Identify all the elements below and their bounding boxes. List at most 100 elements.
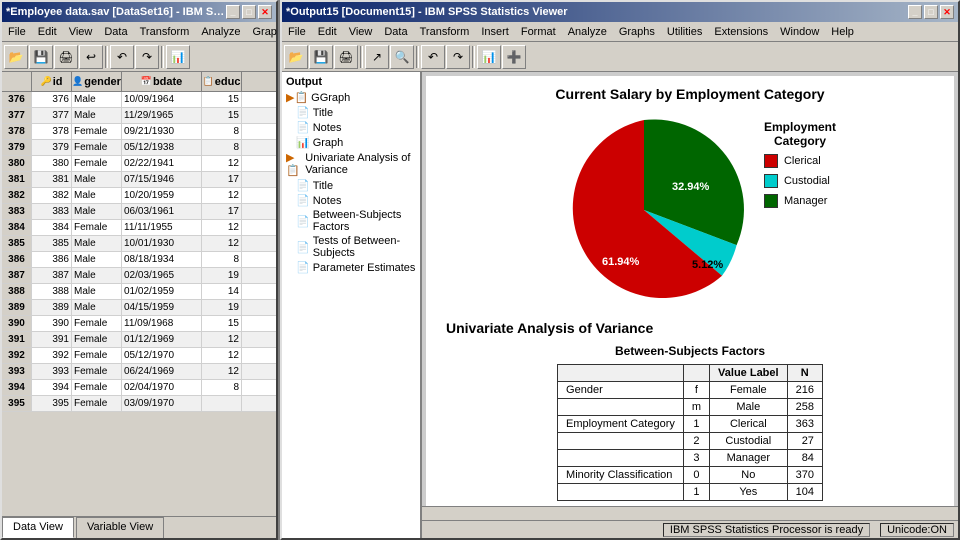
ov-menu-data[interactable]: Data (378, 24, 413, 40)
tree-item[interactable]: 📄Between-Subjects Factors (286, 208, 416, 234)
data-editor-title: *Employee data.sav [DataSet16] - IBM SPS… (6, 6, 226, 18)
ov-open-btn[interactable]: 📂 (284, 45, 308, 69)
bdate-cell: 09/21/1930 (122, 124, 202, 139)
gender-cell: Male (72, 300, 122, 315)
ov-undo-btn[interactable]: ↶ (421, 45, 445, 69)
ov-close-button[interactable]: ✕ (940, 5, 954, 19)
ov-save-btn[interactable]: 💾 (309, 45, 333, 69)
menu-data[interactable]: Data (98, 24, 133, 40)
open-btn[interactable]: 📂 (4, 45, 28, 69)
anova-table-row: Employment Category 1 Clerical 363 (558, 416, 823, 433)
table-row[interactable]: 389 389 Male 04/15/1959 19 (2, 300, 276, 316)
ov-menu-transform[interactable]: Transform (414, 24, 476, 40)
table-row[interactable]: 381 381 Male 07/15/1946 17 (2, 172, 276, 188)
data-editor-menubar: File Edit View Data Transform Analyze Gr… (2, 22, 276, 42)
ov-redo-btn[interactable]: ↷ (446, 45, 470, 69)
horizontal-scrollbar[interactable] (422, 506, 958, 520)
menu-analyze[interactable]: Analyze (195, 24, 246, 40)
table-row[interactable]: 380 380 Female 02/22/1941 12 (2, 156, 276, 172)
table-row[interactable]: 394 394 Female 02/04/1970 8 (2, 380, 276, 396)
ov-menu-insert[interactable]: Insert (475, 24, 515, 40)
ov-menu-utilities[interactable]: Utilities (661, 24, 708, 40)
tree-item[interactable]: 📄Parameter Estimates (286, 260, 416, 275)
ov-maximize-button[interactable]: □ (924, 5, 938, 19)
ov-export-btn[interactable]: ↗ (365, 45, 389, 69)
ov-menu-graphs[interactable]: Graphs (613, 24, 661, 40)
ov-menu-file[interactable]: File (282, 24, 312, 40)
table-row[interactable]: 393 393 Female 06/24/1969 12 (2, 364, 276, 380)
table-row[interactable]: 384 384 Female 11/11/1955 12 (2, 220, 276, 236)
table-row[interactable]: 386 386 Male 08/18/1934 8 (2, 252, 276, 268)
educ-col-header[interactable]: 📋 educ (202, 72, 242, 91)
tree-item-label: Notes (313, 122, 342, 134)
variable-view-tab[interactable]: Variable View (76, 517, 164, 538)
table-row[interactable]: 376 376 Male 10/09/1964 15 (2, 92, 276, 108)
recall-btn[interactable]: ↩ (79, 45, 103, 69)
ov-menu-help[interactable]: Help (825, 24, 860, 40)
label-cell: Yes (710, 484, 788, 501)
legend-clerical-label: Clerical (784, 155, 821, 167)
ov-menu-extensions[interactable]: Extensions (708, 24, 774, 40)
status-bar: IBM SPSS Statistics Processor is ready U… (422, 520, 958, 538)
print-btn[interactable]: 🖨 (54, 45, 78, 69)
ov-menu-format[interactable]: Format (515, 24, 562, 40)
maximize-button[interactable]: □ (242, 5, 256, 19)
table-row[interactable]: 379 379 Female 05/12/1938 8 (2, 140, 276, 156)
tree-item[interactable]: ▶📋GGraph (286, 90, 416, 105)
table-row[interactable]: 378 378 Female 09/21/1930 8 (2, 124, 276, 140)
table-row[interactable]: 383 383 Male 06/03/1961 17 (2, 204, 276, 220)
tree-item[interactable]: 📄Title (286, 105, 416, 120)
close-button[interactable]: ✕ (258, 5, 272, 19)
menu-transform[interactable]: Transform (134, 24, 196, 40)
id-cell: 391 (32, 332, 72, 347)
menu-view[interactable]: View (63, 24, 99, 40)
output-scroll-area[interactable]: Current Salary by Employment Category (422, 72, 958, 506)
tree-item[interactable]: 📄Notes (286, 193, 416, 208)
ov-menu-window[interactable]: Window (774, 24, 825, 40)
table-row[interactable]: 388 388 Male 01/02/1959 14 (2, 284, 276, 300)
gender-col-header[interactable]: 👤 gender (72, 72, 122, 91)
chart-btn[interactable]: 📊 (166, 45, 190, 69)
bdate-col-header[interactable]: 📅 bdate (122, 72, 202, 91)
table-row[interactable]: 382 382 Male 10/20/1959 12 (2, 188, 276, 204)
ov-menu-view[interactable]: View (343, 24, 379, 40)
tree-item[interactable]: 📄Title (286, 178, 416, 193)
save-btn[interactable]: 💾 (29, 45, 53, 69)
menu-edit[interactable]: Edit (32, 24, 63, 40)
ov-zoom-btn[interactable]: 🔍 (390, 45, 414, 69)
educ-cell: 19 (202, 300, 242, 315)
table-row[interactable]: 395 395 Female 03/09/1970 (2, 396, 276, 412)
tree-item[interactable]: ▶📋Univariate Analysis of Variance (286, 150, 416, 178)
menu-graphs[interactable]: Grap (246, 24, 282, 40)
ov-menu-edit[interactable]: Edit (312, 24, 343, 40)
id-cell: 381 (32, 172, 72, 187)
table-row[interactable]: 390 390 Female 11/09/1968 15 (2, 316, 276, 332)
id-cell: 378 (32, 124, 72, 139)
tree-item-label: Graph (313, 137, 344, 149)
id-col-header[interactable]: 🔑 id (32, 72, 72, 91)
tree-item-label: GGraph (311, 92, 350, 104)
ov-toolbar-sep3 (472, 46, 475, 68)
table-row[interactable]: 387 387 Male 02/03/1965 19 (2, 268, 276, 284)
redo-btn[interactable]: ↷ (135, 45, 159, 69)
tree-item[interactable]: 📄Tests of Between-Subjects (286, 234, 416, 260)
undo-btn[interactable]: ↶ (110, 45, 134, 69)
ov-add-btn[interactable]: ➕ (502, 45, 526, 69)
minimize-button[interactable]: _ (226, 5, 240, 19)
table-row[interactable]: 385 385 Male 10/01/1930 12 (2, 236, 276, 252)
ov-menu-analyze[interactable]: Analyze (562, 24, 613, 40)
ov-minimize-button[interactable]: _ (908, 5, 922, 19)
menu-file[interactable]: File (2, 24, 32, 40)
tree-item[interactable]: 📊Graph (286, 135, 416, 150)
table-row[interactable]: 377 377 Male 11/29/1965 15 (2, 108, 276, 124)
table-row[interactable]: 392 392 Female 05/12/1970 12 (2, 348, 276, 364)
row-number-cell: 382 (2, 188, 32, 203)
ov-chart-btn[interactable]: 📊 (477, 45, 501, 69)
ov-print-btn[interactable]: 🖨 (334, 45, 358, 69)
gender-cell: Male (72, 172, 122, 187)
table-row[interactable]: 391 391 Female 01/12/1969 12 (2, 332, 276, 348)
gender-cell: Female (72, 380, 122, 395)
output-viewer-window-controls: _ □ ✕ (908, 5, 954, 19)
tree-item[interactable]: 📄Notes (286, 120, 416, 135)
data-view-tab[interactable]: Data View (2, 517, 74, 538)
